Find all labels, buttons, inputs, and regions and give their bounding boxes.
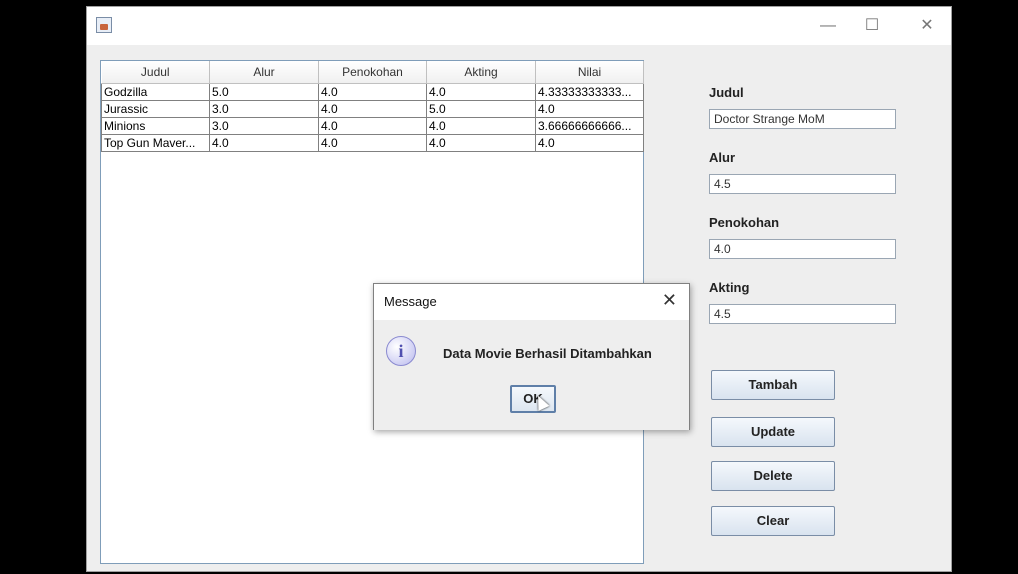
table-cell[interactable]: Top Gun Maver...	[101, 134, 210, 152]
akting-label: Akting	[709, 280, 750, 295]
table-cell[interactable]: 5.0	[209, 83, 319, 101]
clear-button[interactable]: Clear	[711, 506, 835, 536]
table-cell[interactable]: 4.0	[318, 83, 427, 101]
column-header-penokohan[interactable]: Penokohan	[318, 61, 427, 84]
table-cell[interactable]: 4.0	[535, 134, 644, 152]
table-cell[interactable]: 4.33333333333...	[535, 83, 644, 101]
table-header: Judul Alur Penokohan Akting Nilai	[101, 61, 644, 84]
table-row[interactable]: Jurassic 3.0 4.0 5.0 4.0	[101, 100, 644, 118]
dialog-title: Message	[384, 294, 437, 309]
dialog-body: i Data Movie Berhasil Ditambahkan OK	[374, 320, 689, 430]
table-cell[interactable]: 4.0	[318, 134, 427, 152]
table-cell[interactable]: 4.0	[426, 83, 536, 101]
dialog-close-button[interactable]: ✕	[662, 290, 677, 311]
table-cell[interactable]: 4.0	[318, 117, 427, 135]
table-cell[interactable]: 4.0	[535, 100, 644, 118]
column-header-akting[interactable]: Akting	[426, 61, 536, 84]
table-cell[interactable]: Godzilla	[101, 83, 210, 101]
table-row[interactable]: Minions 3.0 4.0 4.0 3.66666666666...	[101, 117, 644, 135]
penokohan-field[interactable]	[709, 239, 896, 259]
column-header-nilai[interactable]: Nilai	[535, 61, 644, 84]
alur-field[interactable]	[709, 174, 896, 194]
column-header-alur[interactable]: Alur	[209, 61, 319, 84]
title-bar: — ☐ ✕	[87, 7, 951, 45]
minimize-button[interactable]: —	[814, 15, 842, 37]
close-window-button[interactable]: ✕	[913, 15, 941, 37]
table-cell[interactable]: 4.0	[209, 134, 319, 152]
akting-field[interactable]	[709, 304, 896, 324]
table-cell[interactable]: 4.0	[318, 100, 427, 118]
table-cell[interactable]: 4.0	[426, 117, 536, 135]
table-row[interactable]: Top Gun Maver... 4.0 4.0 4.0 4.0	[101, 134, 644, 152]
penokohan-label: Penokohan	[709, 215, 780, 230]
tambah-button[interactable]: Tambah	[711, 370, 835, 400]
table-row[interactable]: Godzilla 5.0 4.0 4.0 4.33333333333...	[101, 83, 644, 101]
dialog-message: Data Movie Berhasil Ditambahkan	[443, 346, 652, 361]
java-app-icon	[96, 17, 112, 33]
judul-label: Judul	[709, 85, 744, 100]
table-cell[interactable]: Jurassic	[101, 100, 210, 118]
table-cell[interactable]: Minions	[101, 117, 210, 135]
maximize-button[interactable]: ☐	[858, 15, 886, 37]
judul-field[interactable]	[709, 109, 896, 129]
alur-label: Alur	[709, 150, 735, 165]
info-icon: i	[386, 336, 416, 366]
update-button[interactable]: Update	[711, 417, 835, 447]
message-dialog: Message ✕ i Data Movie Berhasil Ditambah…	[373, 283, 690, 430]
table-cell[interactable]: 4.0	[426, 134, 536, 152]
table-cell[interactable]: 3.66666666666...	[535, 117, 644, 135]
delete-button[interactable]: Delete	[711, 461, 835, 491]
table-cell[interactable]: 3.0	[209, 100, 319, 118]
column-header-judul[interactable]: Judul	[101, 61, 210, 84]
table-cell[interactable]: 5.0	[426, 100, 536, 118]
table-cell[interactable]: 3.0	[209, 117, 319, 135]
